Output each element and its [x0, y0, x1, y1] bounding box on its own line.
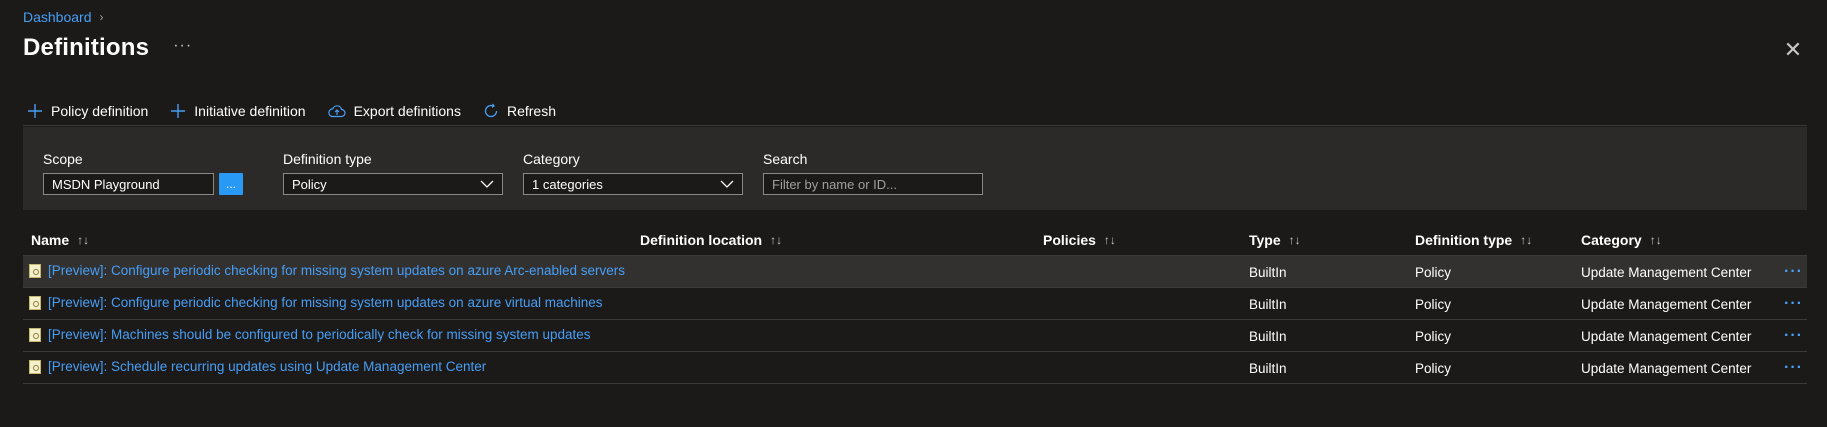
type-cell: BuiltIn [1249, 329, 1287, 344]
add-icon [27, 103, 43, 119]
search-label: Search [763, 151, 808, 167]
name-cell: [Preview]: Machines should be configured… [29, 327, 591, 342]
type-cell: BuiltIn [1249, 297, 1287, 312]
sort-icon: ↑↓ [1649, 233, 1662, 247]
more-icon[interactable]: ··· [173, 37, 192, 55]
type-cell: BuiltIn [1249, 265, 1287, 280]
table-row[interactable]: [Preview]: Machines should be configured… [23, 320, 1807, 352]
row-more-icon[interactable]: ··· [1784, 327, 1803, 345]
policy-icon [29, 359, 41, 374]
definition-link[interactable]: [Preview]: Configure periodic checking f… [48, 295, 603, 310]
policy-definition-button[interactable]: Policy definition [23, 99, 152, 123]
chevron-down-icon [720, 177, 734, 191]
breadcrumb: Dashboard › [23, 9, 104, 25]
category-dropdown[interactable]: 1 categories [523, 173, 743, 195]
column-header-type[interactable]: Type ↑↓ [1249, 232, 1301, 248]
definition-link[interactable]: [Preview]: Machines should be configured… [48, 327, 591, 342]
category-cell: Update Management Center [1581, 265, 1752, 280]
policy-icon [29, 295, 41, 310]
chevron-right-icon: › [99, 10, 104, 24]
name-cell: [Preview]: Schedule recurring updates us… [29, 359, 486, 374]
initiative-definition-label: Initiative definition [194, 103, 306, 119]
row-more-icon[interactable]: ··· [1784, 263, 1803, 281]
name-cell: [Preview]: Configure periodic checking f… [29, 295, 603, 310]
chevron-down-icon [480, 177, 494, 191]
command-bar: Policy definition Initiative definition … [23, 97, 1807, 126]
definition-link[interactable]: [Preview]: Schedule recurring updates us… [48, 359, 486, 374]
policy-icon [29, 263, 41, 278]
scope-label: Scope [43, 151, 83, 167]
sort-icon: ↑↓ [770, 233, 783, 247]
column-header-category[interactable]: Category ↑↓ [1581, 232, 1662, 248]
definition-type-cell: Policy [1415, 361, 1452, 376]
refresh-label: Refresh [506, 103, 557, 119]
cloud-upload-icon [327, 104, 346, 118]
category-filter: Category 1 categories [523, 151, 743, 195]
definition-type-dropdown[interactable]: Policy [283, 173, 503, 195]
sort-icon: ↑↓ [77, 233, 90, 247]
category-label: Category [523, 151, 580, 167]
export-definitions-button[interactable]: Export definitions [324, 99, 465, 123]
column-header-name[interactable]: Name ↑↓ [31, 232, 89, 248]
close-icon[interactable]: ✕ [1783, 39, 1803, 61]
definition-type-filter: Definition type Policy [283, 151, 503, 195]
definitions-table: Name ↑↓ Definition location ↑↓ Policies ↑↓ … [23, 224, 1807, 384]
row-more-icon[interactable]: ··· [1784, 359, 1803, 377]
table-row[interactable]: [Preview]: Schedule recurring updates us… [23, 352, 1807, 384]
scope-input[interactable]: MSDN Playground [43, 173, 214, 195]
type-cell: BuiltIn [1249, 361, 1287, 376]
breadcrumb-dashboard[interactable]: Dashboard [23, 9, 92, 25]
row-more-icon[interactable]: ··· [1784, 295, 1803, 313]
definition-type-cell: Policy [1415, 265, 1452, 280]
column-header-definition-location[interactable]: Definition location ↑↓ [640, 232, 782, 248]
category-cell: Update Management Center [1581, 329, 1752, 344]
definition-type-cell: Policy [1415, 297, 1452, 312]
column-header-definition-type[interactable]: Definition type ↑↓ [1415, 232, 1532, 248]
page-title: Definitions [23, 34, 150, 61]
search-input[interactable]: Filter by name or ID... [763, 173, 983, 195]
policy-definition-label: Policy definition [51, 103, 149, 119]
refresh-button[interactable]: Refresh [479, 99, 560, 123]
initiative-definition-button[interactable]: Initiative definition [166, 99, 309, 123]
filter-bar: Scope MSDN Playground ... Definition typ… [23, 127, 1807, 210]
table-row[interactable]: [Preview]: Configure periodic checking f… [23, 288, 1807, 320]
scope-picker-button[interactable]: ... [219, 173, 243, 195]
category-cell: Update Management Center [1581, 297, 1752, 312]
sort-icon: ↑↓ [1103, 233, 1116, 247]
table-row[interactable]: [Preview]: Configure periodic checking f… [23, 256, 1807, 288]
category-value: 1 categories [532, 176, 603, 192]
column-header-policies[interactable]: Policies ↑↓ [1043, 232, 1116, 248]
sort-icon: ↑↓ [1288, 233, 1301, 247]
export-definitions-label: Export definitions [353, 103, 461, 119]
definition-type-value: Policy [292, 176, 327, 192]
definition-type-cell: Policy [1415, 329, 1452, 344]
category-cell: Update Management Center [1581, 361, 1752, 376]
definition-type-label: Definition type [283, 151, 372, 167]
refresh-icon [483, 103, 499, 119]
name-cell: [Preview]: Configure periodic checking f… [29, 263, 625, 278]
sort-icon: ↑↓ [1520, 233, 1533, 247]
scope-filter: Scope MSDN Playground ... [43, 151, 243, 195]
add-icon [170, 103, 186, 119]
policy-icon [29, 327, 41, 342]
title-row: Definitions ··· [23, 34, 192, 62]
search-filter: Search Filter by name or ID... [763, 151, 983, 195]
table-header: Name ↑↓ Definition location ↑↓ Policies ↑↓ … [23, 224, 1807, 256]
definition-link[interactable]: [Preview]: Configure periodic checking f… [48, 263, 625, 278]
